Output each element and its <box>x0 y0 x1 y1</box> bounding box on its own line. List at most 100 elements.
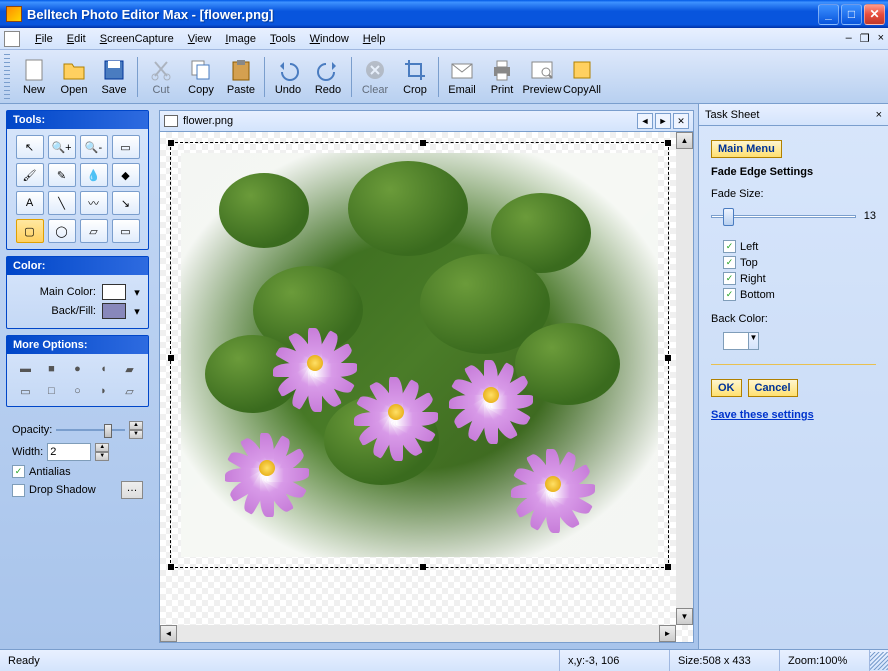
menu-image[interactable]: Image <box>218 31 263 47</box>
back-color-label: Back Color: <box>711 313 876 325</box>
back-fill-dropdown[interactable]: ▾ <box>132 305 142 318</box>
shape-9[interactable]: ▱ <box>119 382 141 400</box>
tool-marquee[interactable]: ▭ <box>112 135 140 159</box>
document-icon <box>164 115 178 127</box>
opacity-up[interactable]: ▲ <box>129 421 143 430</box>
toolbar-grip[interactable] <box>4 54 10 100</box>
toolbar-save-button[interactable]: Save <box>94 53 134 101</box>
tool-pencil[interactable]: ✎ <box>48 163 76 187</box>
menu-file[interactable]: File <box>28 31 60 47</box>
antialias-checkbox[interactable]: ✓ <box>12 465 25 478</box>
opacity-down[interactable]: ▼ <box>129 430 143 439</box>
open-icon <box>62 58 86 82</box>
tool-curve[interactable]: 〰 <box>80 191 108 215</box>
mdi-close[interactable]: × <box>878 32 884 45</box>
tool-callout[interactable]: ▢ <box>16 219 44 243</box>
shape-1[interactable]: ■ <box>41 360 63 378</box>
toolbar-undo-button[interactable]: Undo <box>268 53 308 101</box>
toolbar-print-button[interactable]: Print <box>482 53 522 101</box>
task-sheet-close[interactable]: × <box>876 109 882 121</box>
back-fill-swatch[interactable] <box>102 303 126 319</box>
main-color-swatch[interactable] <box>102 284 126 300</box>
save-icon <box>102 58 126 82</box>
fade-top-checkbox[interactable]: ✓ <box>723 256 736 269</box>
toolbar-copy-button[interactable]: Copy <box>181 53 221 101</box>
fade-size-label: Fade Size: <box>711 188 876 200</box>
width-down[interactable]: ▼ <box>95 452 109 461</box>
selection-frame[interactable] <box>170 142 669 568</box>
save-settings-link[interactable]: Save these settings <box>711 409 876 421</box>
color-header: Color: <box>7 257 148 275</box>
cancel-button[interactable]: Cancel <box>748 379 798 397</box>
vertical-scrollbar[interactable]: ▲ ▼ <box>676 132 693 625</box>
fade-size-slider[interactable] <box>711 206 856 226</box>
tool-stamp[interactable]: ▭ <box>112 219 140 243</box>
dropshadow-checkbox[interactable] <box>12 484 25 497</box>
shape-8[interactable]: ◗ <box>93 382 115 400</box>
width-up[interactable]: ▲ <box>95 443 109 452</box>
ok-button[interactable]: OK <box>711 379 742 397</box>
resize-grip[interactable] <box>870 652 888 670</box>
menu-edit[interactable]: Edit <box>60 31 93 47</box>
main-menu-button[interactable]: Main Menu <box>711 140 782 158</box>
toolbar-copyall-button[interactable]: CopyAll <box>562 53 602 101</box>
statusbar: Ready x,y:-3, 106 Size:508 x 433 Zoom:10… <box>0 649 888 671</box>
back-color-swatch[interactable]: ▼ <box>723 332 759 350</box>
maximize-button[interactable]: □ <box>841 4 862 25</box>
tool-pointer[interactable]: ↖ <box>16 135 44 159</box>
shape-7[interactable]: ○ <box>67 382 89 400</box>
tool-brush[interactable]: 🖌 <box>16 163 44 187</box>
fade-left-checkbox[interactable]: ✓ <box>723 240 736 253</box>
tool-arrow[interactable]: ↘ <box>112 191 140 215</box>
toolbar-crop-button[interactable]: Crop <box>395 53 435 101</box>
shape-6[interactable]: □ <box>41 382 63 400</box>
opacity-slider[interactable] <box>56 422 125 438</box>
canvas[interactable]: ▲ ▼ ◄ ► <box>159 132 694 643</box>
menu-view[interactable]: View <box>181 31 219 47</box>
fade-right-checkbox[interactable]: ✓ <box>723 272 736 285</box>
shape-0[interactable]: ▬ <box>15 360 37 378</box>
close-button[interactable]: ✕ <box>864 4 885 25</box>
tool-line[interactable]: ╲ <box>48 191 76 215</box>
fade-bottom-checkbox[interactable]: ✓ <box>723 288 736 301</box>
width-input[interactable] <box>47 443 91 461</box>
toolbar-email-button[interactable]: Email <box>442 53 482 101</box>
tool-zoom-in[interactable]: 🔍+ <box>48 135 76 159</box>
mdi-minimize[interactable]: – <box>846 32 852 45</box>
menu-tools[interactable]: Tools <box>263 31 303 47</box>
menu-screencapture[interactable]: ScreenCapture <box>93 31 181 47</box>
email-icon <box>450 58 474 82</box>
tool-text[interactable]: A <box>16 191 44 215</box>
crop-icon <box>403 58 427 82</box>
horizontal-scrollbar[interactable]: ◄ ► <box>160 625 676 642</box>
toolbar-new-button[interactable]: New <box>14 53 54 101</box>
shape-3[interactable]: ◖ <box>93 360 115 378</box>
opacity-label: Opacity: <box>12 424 52 436</box>
minimize-button[interactable]: _ <box>818 4 839 25</box>
toolbar-preview-button[interactable]: Preview <box>522 53 562 101</box>
toolbar-open-button[interactable]: Open <box>54 53 94 101</box>
tool-eraser[interactable]: ◆ <box>112 163 140 187</box>
doc-prev-button[interactable]: ◄ <box>637 113 653 129</box>
tool-eyedropper[interactable]: 💧 <box>80 163 108 187</box>
doc-next-button[interactable]: ► <box>655 113 671 129</box>
shape-4[interactable]: ▰ <box>119 360 141 378</box>
toolbar-paste-button[interactable]: Paste <box>221 53 261 101</box>
menu-help[interactable]: Help <box>356 31 393 47</box>
doc-close-button[interactable]: ✕ <box>673 113 689 129</box>
content-area: Tools: ↖🔍+🔍-▭🖌✎💧◆A╲〰↘▢◯▱▭ Color: Main Co… <box>0 104 888 649</box>
main-color-dropdown[interactable]: ▾ <box>132 286 142 299</box>
tool-highlight[interactable]: ▱ <box>80 219 108 243</box>
undo-icon <box>276 58 300 82</box>
mdi-restore[interactable]: ❐ <box>860 32 870 45</box>
new-icon <box>22 58 46 82</box>
shape-5[interactable]: ▭ <box>15 382 37 400</box>
tool-speech[interactable]: ◯ <box>48 219 76 243</box>
shape-2[interactable]: ● <box>67 360 89 378</box>
dropshadow-options[interactable]: … <box>121 481 143 499</box>
fade-bottom-label: Bottom <box>740 289 775 301</box>
tool-zoom-out[interactable]: 🔍- <box>80 135 108 159</box>
menu-window[interactable]: Window <box>303 31 356 47</box>
toolbar-redo-button[interactable]: Redo <box>308 53 348 101</box>
color-panel: Color: Main Color: ▾ Back/Fill: ▾ <box>6 256 149 329</box>
